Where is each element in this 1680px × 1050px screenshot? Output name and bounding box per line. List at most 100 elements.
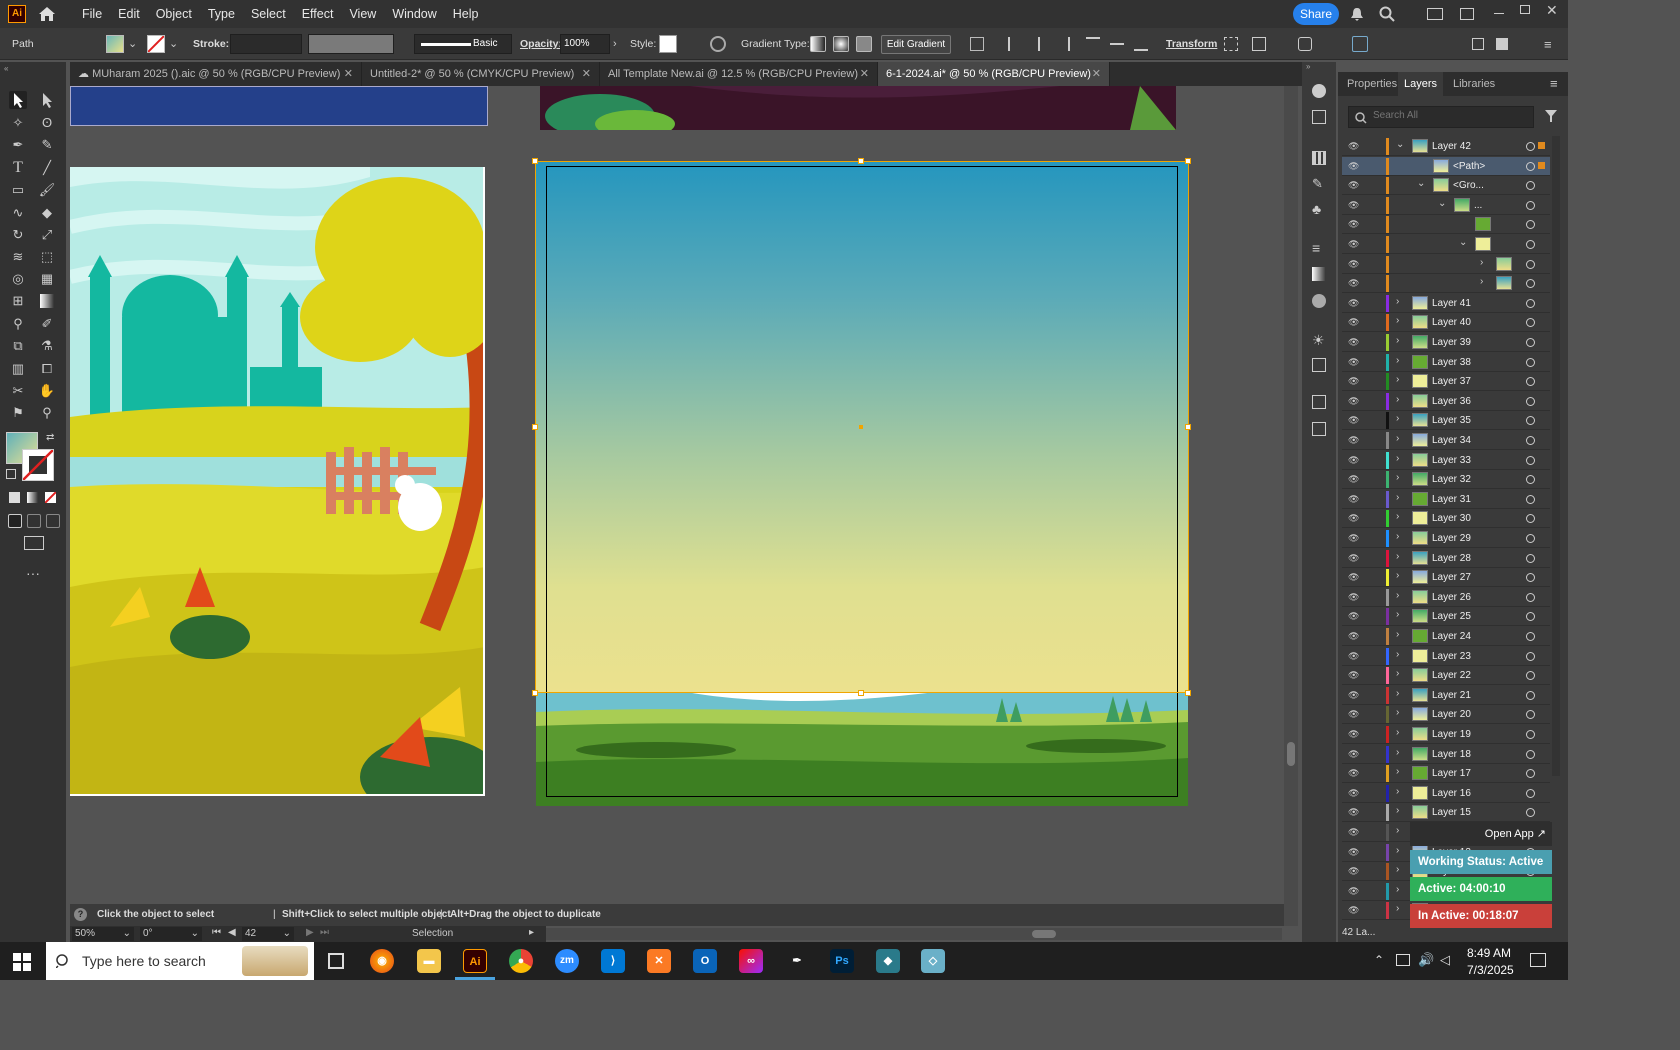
chevron-right-icon[interactable]: › xyxy=(1396,747,1399,758)
align-left-icon[interactable] xyxy=(1008,37,1022,51)
collapse-toolbar-icon[interactable]: « xyxy=(4,64,8,73)
artboard-mosque-illustration[interactable] xyxy=(70,167,485,796)
chevron-right-icon[interactable]: › xyxy=(1396,511,1399,522)
transparency-panel-icon[interactable] xyxy=(1312,294,1326,308)
visibility-eye-icon[interactable]: 👁 xyxy=(1348,317,1360,327)
visibility-eye-icon[interactable]: 👁 xyxy=(1348,278,1360,288)
visibility-eye-icon[interactable]: 👁 xyxy=(1348,729,1360,739)
help-icon[interactable]: ? xyxy=(74,908,87,921)
selection-handle[interactable] xyxy=(1185,424,1191,430)
panel-toggle-icon[interactable] xyxy=(1496,38,1508,50)
layer-name[interactable]: Layer 19 xyxy=(1432,729,1471,740)
draw-normal-icon[interactable] xyxy=(8,514,22,528)
layer-name[interactable]: Layer 15 xyxy=(1432,807,1471,818)
vertical-scrollbar[interactable] xyxy=(1284,86,1298,926)
layer-name[interactable]: Layer 34 xyxy=(1432,435,1471,446)
type-tool-icon[interactable]: T xyxy=(9,159,27,177)
layer-name[interactable]: Layer 41 xyxy=(1432,298,1471,309)
home-icon[interactable] xyxy=(38,6,56,22)
layer-name[interactable]: Layer 28 xyxy=(1432,553,1471,564)
layer-row[interactable]: 👁 ⌄ Layer 42 xyxy=(1342,137,1550,156)
print-tiling-tool-icon[interactable]: ⚑ xyxy=(9,404,27,422)
radial-gradient-icon[interactable] xyxy=(833,36,849,52)
zoom-select[interactable]: 50% ⌄ xyxy=(72,927,134,941)
last-artboard-icon[interactable]: ⏭ xyxy=(320,927,329,938)
canvas[interactable] xyxy=(70,86,1284,904)
chevron-right-icon[interactable]: › xyxy=(1396,825,1399,836)
close-tab-icon[interactable]: ✕ xyxy=(1092,62,1101,86)
stroke-swatch[interactable] xyxy=(147,35,165,53)
creative-cloud-icon[interactable]: ∞ xyxy=(739,949,763,973)
layer-row[interactable]: 👁 › Layer 33 xyxy=(1342,451,1550,470)
artboards-panel-icon[interactable] xyxy=(1312,422,1326,436)
sublayer-row[interactable]: 👁 › xyxy=(1342,255,1550,274)
hand-tool-icon[interactable]: ✋ xyxy=(38,382,56,400)
windows-start-icon[interactable] xyxy=(13,953,31,974)
layer-row[interactable]: 👁 › Layer 36 xyxy=(1342,392,1550,411)
layer-name[interactable]: Layer 27 xyxy=(1432,572,1471,583)
chevron-right-icon[interactable]: › xyxy=(1396,786,1399,797)
target-circle-icon[interactable] xyxy=(1526,377,1535,387)
status-menu-icon[interactable]: ▸ xyxy=(529,927,534,938)
sublayer-row[interactable]: 👁 ⌄ <Gro... xyxy=(1342,176,1550,196)
layer-name[interactable]: <Path> xyxy=(1453,161,1485,172)
visibility-eye-icon[interactable]: 👁 xyxy=(1348,180,1360,190)
layer-row[interactable]: 👁 › Layer 18 xyxy=(1342,745,1550,764)
layer-row[interactable]: 👁 › Layer 22 xyxy=(1342,666,1550,686)
target-circle-icon[interactable] xyxy=(1526,357,1535,367)
perspective-grid-tool-icon[interactable]: ▦ xyxy=(38,270,56,288)
bell-icon[interactable] xyxy=(1350,7,1364,21)
stroke-panel-icon[interactable]: ≡ xyxy=(1312,240,1320,256)
layer-name[interactable]: Layer 22 xyxy=(1432,670,1471,681)
layer-name[interactable]: Layer 38 xyxy=(1432,357,1471,368)
tab-properties[interactable]: Properties xyxy=(1347,72,1397,96)
visibility-eye-icon[interactable]: 👁 xyxy=(1348,494,1360,504)
brushes-icon[interactable]: ✎ xyxy=(1312,176,1323,192)
more-tools-icon[interactable]: ··· xyxy=(26,565,40,581)
visibility-eye-icon[interactable]: 👁 xyxy=(1348,259,1360,269)
artboard-number-input[interactable]: 42 ⌄ xyxy=(242,927,294,941)
selection-tool-icon[interactable] xyxy=(9,91,27,109)
layer-name[interactable]: Layer 30 xyxy=(1432,513,1471,524)
menu-effect[interactable]: Effect xyxy=(294,7,342,21)
align-center-icon[interactable] xyxy=(1038,37,1040,51)
chevron-right-icon[interactable]: › xyxy=(1396,688,1399,699)
target-circle-icon[interactable] xyxy=(1526,279,1535,289)
visibility-eye-icon[interactable]: 👁 xyxy=(1348,651,1360,661)
layer-row[interactable]: 👁 › Layer 38 xyxy=(1342,353,1550,372)
layer-name[interactable]: Layer 32 xyxy=(1432,474,1471,485)
chevron-right-icon[interactable]: › xyxy=(1396,492,1399,503)
align-top-icon[interactable] xyxy=(1086,37,1100,51)
collapse-panels-icon[interactable]: » xyxy=(1306,62,1310,71)
gradient-tool-icon[interactable] xyxy=(38,292,56,310)
visibility-eye-icon[interactable]: 👁 xyxy=(1348,886,1360,896)
visibility-eye-icon[interactable]: 👁 xyxy=(1348,533,1360,543)
selection-handle[interactable] xyxy=(858,690,864,696)
shape-builder-tool-icon[interactable]: ◎ xyxy=(9,270,27,288)
fill-dropdown-icon[interactable]: ⌄ xyxy=(128,37,137,50)
visibility-eye-icon[interactable]: 👁 xyxy=(1348,200,1360,210)
zoom-tool-icon[interactable]: ⚲ xyxy=(38,404,56,422)
tab-untitled-2[interactable]: Untitled-2* @ 50 % (CMYK/CPU Preview) ✕ xyxy=(362,62,600,86)
file-explorer-icon[interactable]: ▬ xyxy=(417,949,441,973)
target-circle-icon[interactable] xyxy=(1526,220,1535,230)
visibility-eye-icon[interactable]: 👁 xyxy=(1348,474,1360,484)
chevron-right-icon[interactable]: › xyxy=(1396,453,1399,464)
layer-row[interactable]: 👁 › Layer 25 xyxy=(1342,607,1550,627)
target-circle-icon[interactable] xyxy=(1526,298,1535,308)
layer-name[interactable]: Layer 37 xyxy=(1432,376,1471,387)
chevron-right-icon[interactable]: › xyxy=(1396,805,1399,816)
visibility-eye-icon[interactable]: 👁 xyxy=(1348,298,1360,308)
target-circle-icon[interactable] xyxy=(1526,592,1535,602)
next-artboard-icon[interactable]: ▶ xyxy=(306,927,314,938)
layer-name[interactable]: Layer 24 xyxy=(1432,631,1471,642)
visibility-eye-icon[interactable]: 👁 xyxy=(1348,709,1360,719)
mesh-tool-icon[interactable]: ⊞ xyxy=(9,292,27,310)
taskbar-search-box[interactable]: Type here to search xyxy=(46,942,314,980)
menu-edit[interactable]: Edit xyxy=(110,7,148,21)
rotation-select[interactable]: 0° ⌄ xyxy=(140,927,202,941)
selection-handle[interactable] xyxy=(858,158,864,164)
layer-row[interactable]: 👁 › Layer 24 xyxy=(1342,627,1550,646)
gradient-panel-icon[interactable] xyxy=(1312,267,1326,281)
layer-row[interactable]: 👁 › Layer 19 xyxy=(1342,725,1550,744)
